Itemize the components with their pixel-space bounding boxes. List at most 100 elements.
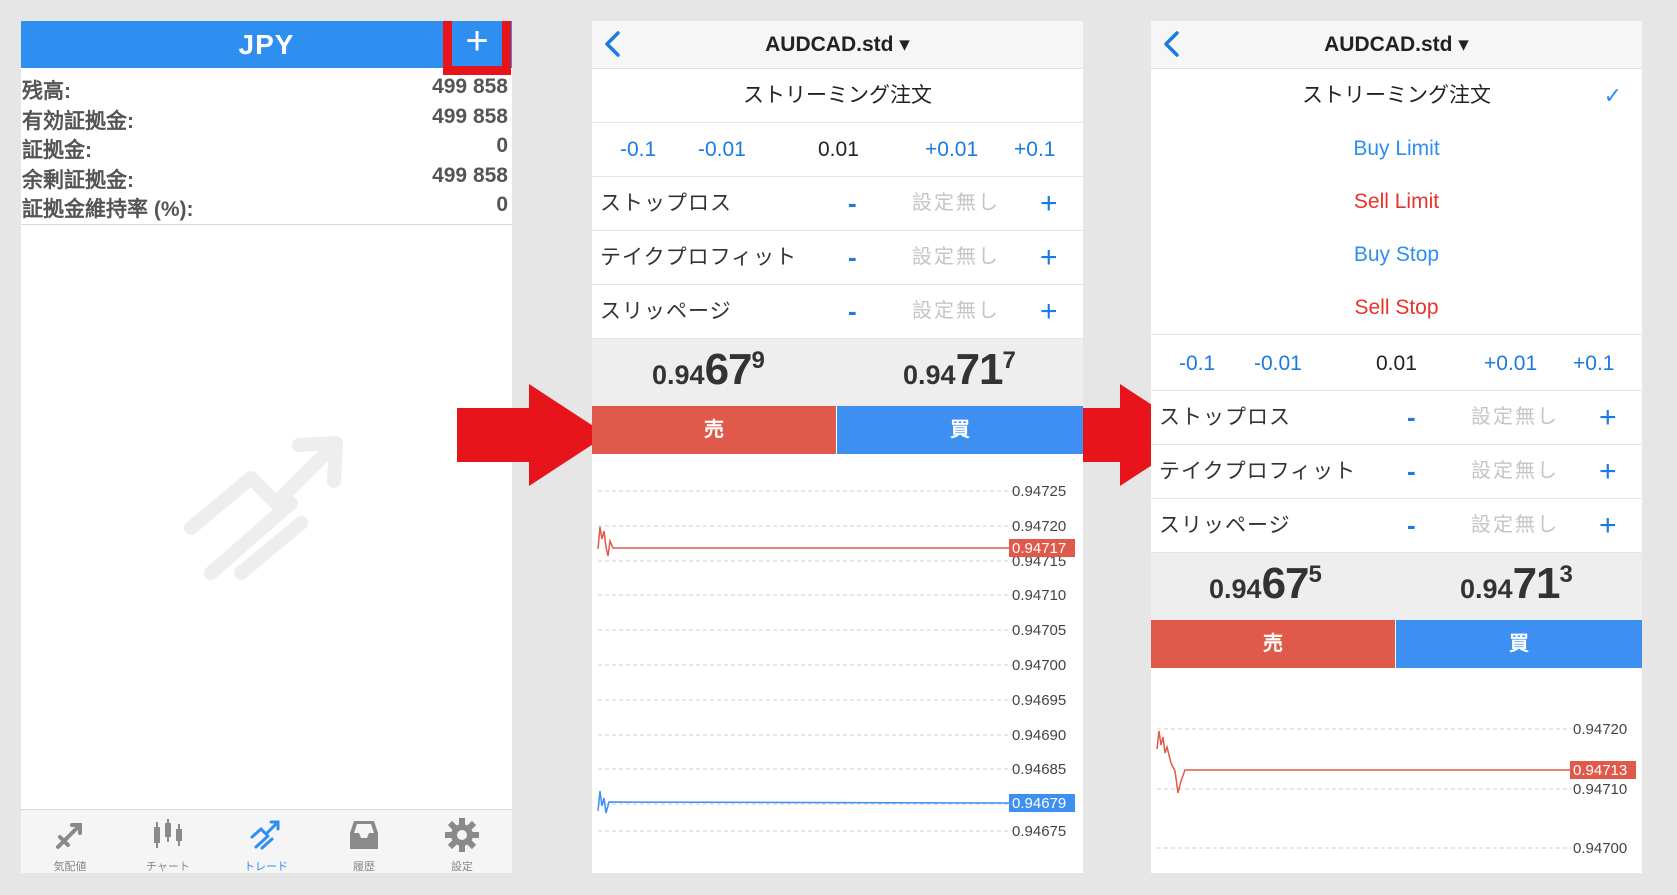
buy-button[interactable]: 買 (1396, 620, 1642, 668)
order-screen: AUDCAD.std ▾ ストリーミング注文 -0.1 -0.01 0.01 +… (592, 21, 1083, 873)
price-level-label: 0.94720 (1573, 721, 1627, 738)
price-level-label: 0.94710 (1573, 781, 1627, 798)
nav-bar: AUDCAD.std ▾ (592, 21, 1083, 69)
volume-minus-big-button[interactable]: -0.1 (620, 123, 656, 176)
decrease-button[interactable]: - (1407, 445, 1416, 498)
ask-price-tag-label: 0.94713 (1573, 762, 1627, 779)
tab-chart[interactable]: チャート (119, 810, 217, 873)
order-type-streaming[interactable]: ストリーミング注文 ✓ (1151, 69, 1642, 122)
ask-price: 0.94713 (1460, 559, 1573, 626)
add-order-button[interactable]: + (452, 21, 502, 66)
bid-price-fraction: 5 (1308, 561, 1322, 588)
ask-price-pips: 71 (1512, 559, 1561, 608)
stop-loss-input[interactable]: 設定無し (912, 177, 1000, 230)
increase-button[interactable]: + (1040, 231, 1058, 284)
bid-price-tag-label: 0.94679 (1012, 795, 1066, 812)
param-label: テイクプロフィット (600, 246, 798, 269)
decrease-button[interactable]: - (848, 177, 857, 230)
order-type-buy-stop[interactable]: Buy Stop (1151, 228, 1642, 281)
stat-row-margin: 証拠金: 0 (21, 131, 512, 162)
tab-label: 履歴 (353, 861, 375, 873)
tab-quotes[interactable]: 気配値 (21, 810, 119, 873)
increase-button[interactable]: + (1599, 499, 1617, 552)
quotes-icon (56, 823, 82, 849)
ask-price-pips: 71 (955, 345, 1004, 394)
stat-label: 余剰証拠金: (22, 168, 134, 192)
tab-history[interactable]: 履歴 (315, 810, 413, 873)
stop-loss-row: ストップロス - 設定無し + (1151, 391, 1642, 445)
volume-minus-small-button[interactable]: -0.01 (698, 123, 746, 176)
decrease-button[interactable]: - (1407, 391, 1416, 444)
tick-chart: 0.94725 0.94720 0.94715 0.94710 0.94705 … (597, 483, 1075, 840)
ask-price-prefix: 0.94 (1460, 574, 1513, 604)
price-level-label: 0.94710 (1012, 587, 1066, 604)
sell-button[interactable]: 売 (592, 406, 836, 454)
chart-icon (154, 819, 182, 848)
bid-price-fraction: 9 (751, 347, 765, 374)
tab-settings[interactable]: 設定 (413, 810, 511, 873)
decrease-button[interactable]: - (848, 231, 857, 284)
symbol-selector[interactable]: AUDCAD.std ▾ (1151, 21, 1642, 68)
stat-row-free-margin: 余剰証拠金: 499 858 (21, 161, 512, 192)
take-profit-input[interactable]: 設定無し (912, 231, 1000, 284)
add-order-highlight: + (443, 21, 511, 75)
bid-price-line (597, 790, 1013, 814)
stop-loss-input[interactable]: 設定無し (1471, 391, 1559, 444)
volume-plus-big-button[interactable]: +0.1 (1014, 123, 1055, 176)
volume-plus-big-button[interactable]: +0.1 (1573, 337, 1614, 390)
param-label: ストップロス (600, 192, 732, 215)
increase-button[interactable]: + (1040, 177, 1058, 230)
volume-minus-big-button[interactable]: -0.1 (1179, 337, 1215, 390)
settings-gear-icon (445, 818, 479, 852)
slippage-input[interactable]: 設定無し (912, 285, 1000, 338)
tab-trade[interactable]: トレード (217, 810, 315, 873)
decrease-button[interactable]: - (848, 285, 857, 338)
bid-price: 0.94675 (1209, 559, 1322, 626)
price-level-label: 0.94695 (1012, 692, 1066, 709)
order-type-buy-limit[interactable]: Buy Limit (1151, 122, 1642, 175)
order-type-sell-limit[interactable]: Sell Limit (1151, 175, 1642, 228)
ask-price-line (1156, 730, 1571, 794)
bid-price-prefix: 0.94 (652, 360, 705, 390)
increase-button[interactable]: + (1599, 445, 1617, 498)
volume-minus-small-button[interactable]: -0.01 (1254, 337, 1302, 390)
bid-price-pips: 67 (1261, 559, 1310, 608)
stat-value: 0 (496, 134, 508, 157)
price-level-label: 0.94700 (1573, 840, 1627, 857)
order-type-selector[interactable]: ストリーミング注文 (592, 69, 1083, 123)
slippage-row: スリッページ - 設定無し + (592, 285, 1083, 339)
checkmark-icon: ✓ (1603, 83, 1622, 108)
account-summary: 残高: 499 858 有効証拠金: 499 858 証拠金: 0 余剰証拠金:… (21, 72, 512, 221)
take-profit-input[interactable]: 設定無し (1471, 445, 1559, 498)
order-type-sell-stop[interactable]: Sell Stop (1151, 281, 1642, 335)
stat-label: 残高: (22, 80, 71, 103)
ask-price-tag-label: 0.94717 (1012, 540, 1066, 557)
take-profit-row: テイクプロフィット - 設定無し + (1151, 445, 1642, 499)
stat-row-equity: 有効証拠金: 499 858 (21, 102, 512, 133)
volume-value[interactable]: 0.01 (1376, 337, 1417, 390)
sell-button[interactable]: 売 (1151, 620, 1395, 668)
volume-plus-small-button[interactable]: +0.01 (1484, 337, 1537, 390)
price-level-label: 0.94700 (1012, 657, 1066, 674)
tab-label: チャート (146, 861, 190, 873)
decrease-button[interactable]: - (1407, 499, 1416, 552)
buy-button[interactable]: 買 (837, 406, 1083, 454)
volume-value[interactable]: 0.01 (818, 123, 859, 176)
volume-plus-small-button[interactable]: +0.01 (925, 123, 978, 176)
price-level-label: 0.94690 (1012, 727, 1066, 744)
stop-loss-row: ストップロス - 設定無し + (592, 177, 1083, 231)
increase-button[interactable]: + (1599, 391, 1617, 444)
price-level-label: 0.94675 (1012, 823, 1066, 840)
trade-icon (250, 820, 280, 850)
tab-label: 気配値 (53, 861, 87, 873)
order-type-screen: AUDCAD.std ▾ ストリーミング注文 ✓ Buy Limit Sell … (1151, 21, 1642, 873)
slippage-input[interactable]: 設定無し (1471, 499, 1559, 552)
param-label: スリッページ (600, 300, 732, 323)
volume-row: -0.1 -0.01 0.01 +0.01 +0.1 (1151, 337, 1642, 391)
increase-button[interactable]: + (1040, 285, 1058, 338)
symbol-selector[interactable]: AUDCAD.std ▾ (592, 21, 1083, 68)
price-level-label: 0.94685 (1012, 761, 1066, 778)
stat-value: 499 858 (432, 104, 508, 128)
order-type-label: ストリーミング注文 (1302, 84, 1491, 107)
ask-price-fraction: 7 (1002, 347, 1016, 374)
